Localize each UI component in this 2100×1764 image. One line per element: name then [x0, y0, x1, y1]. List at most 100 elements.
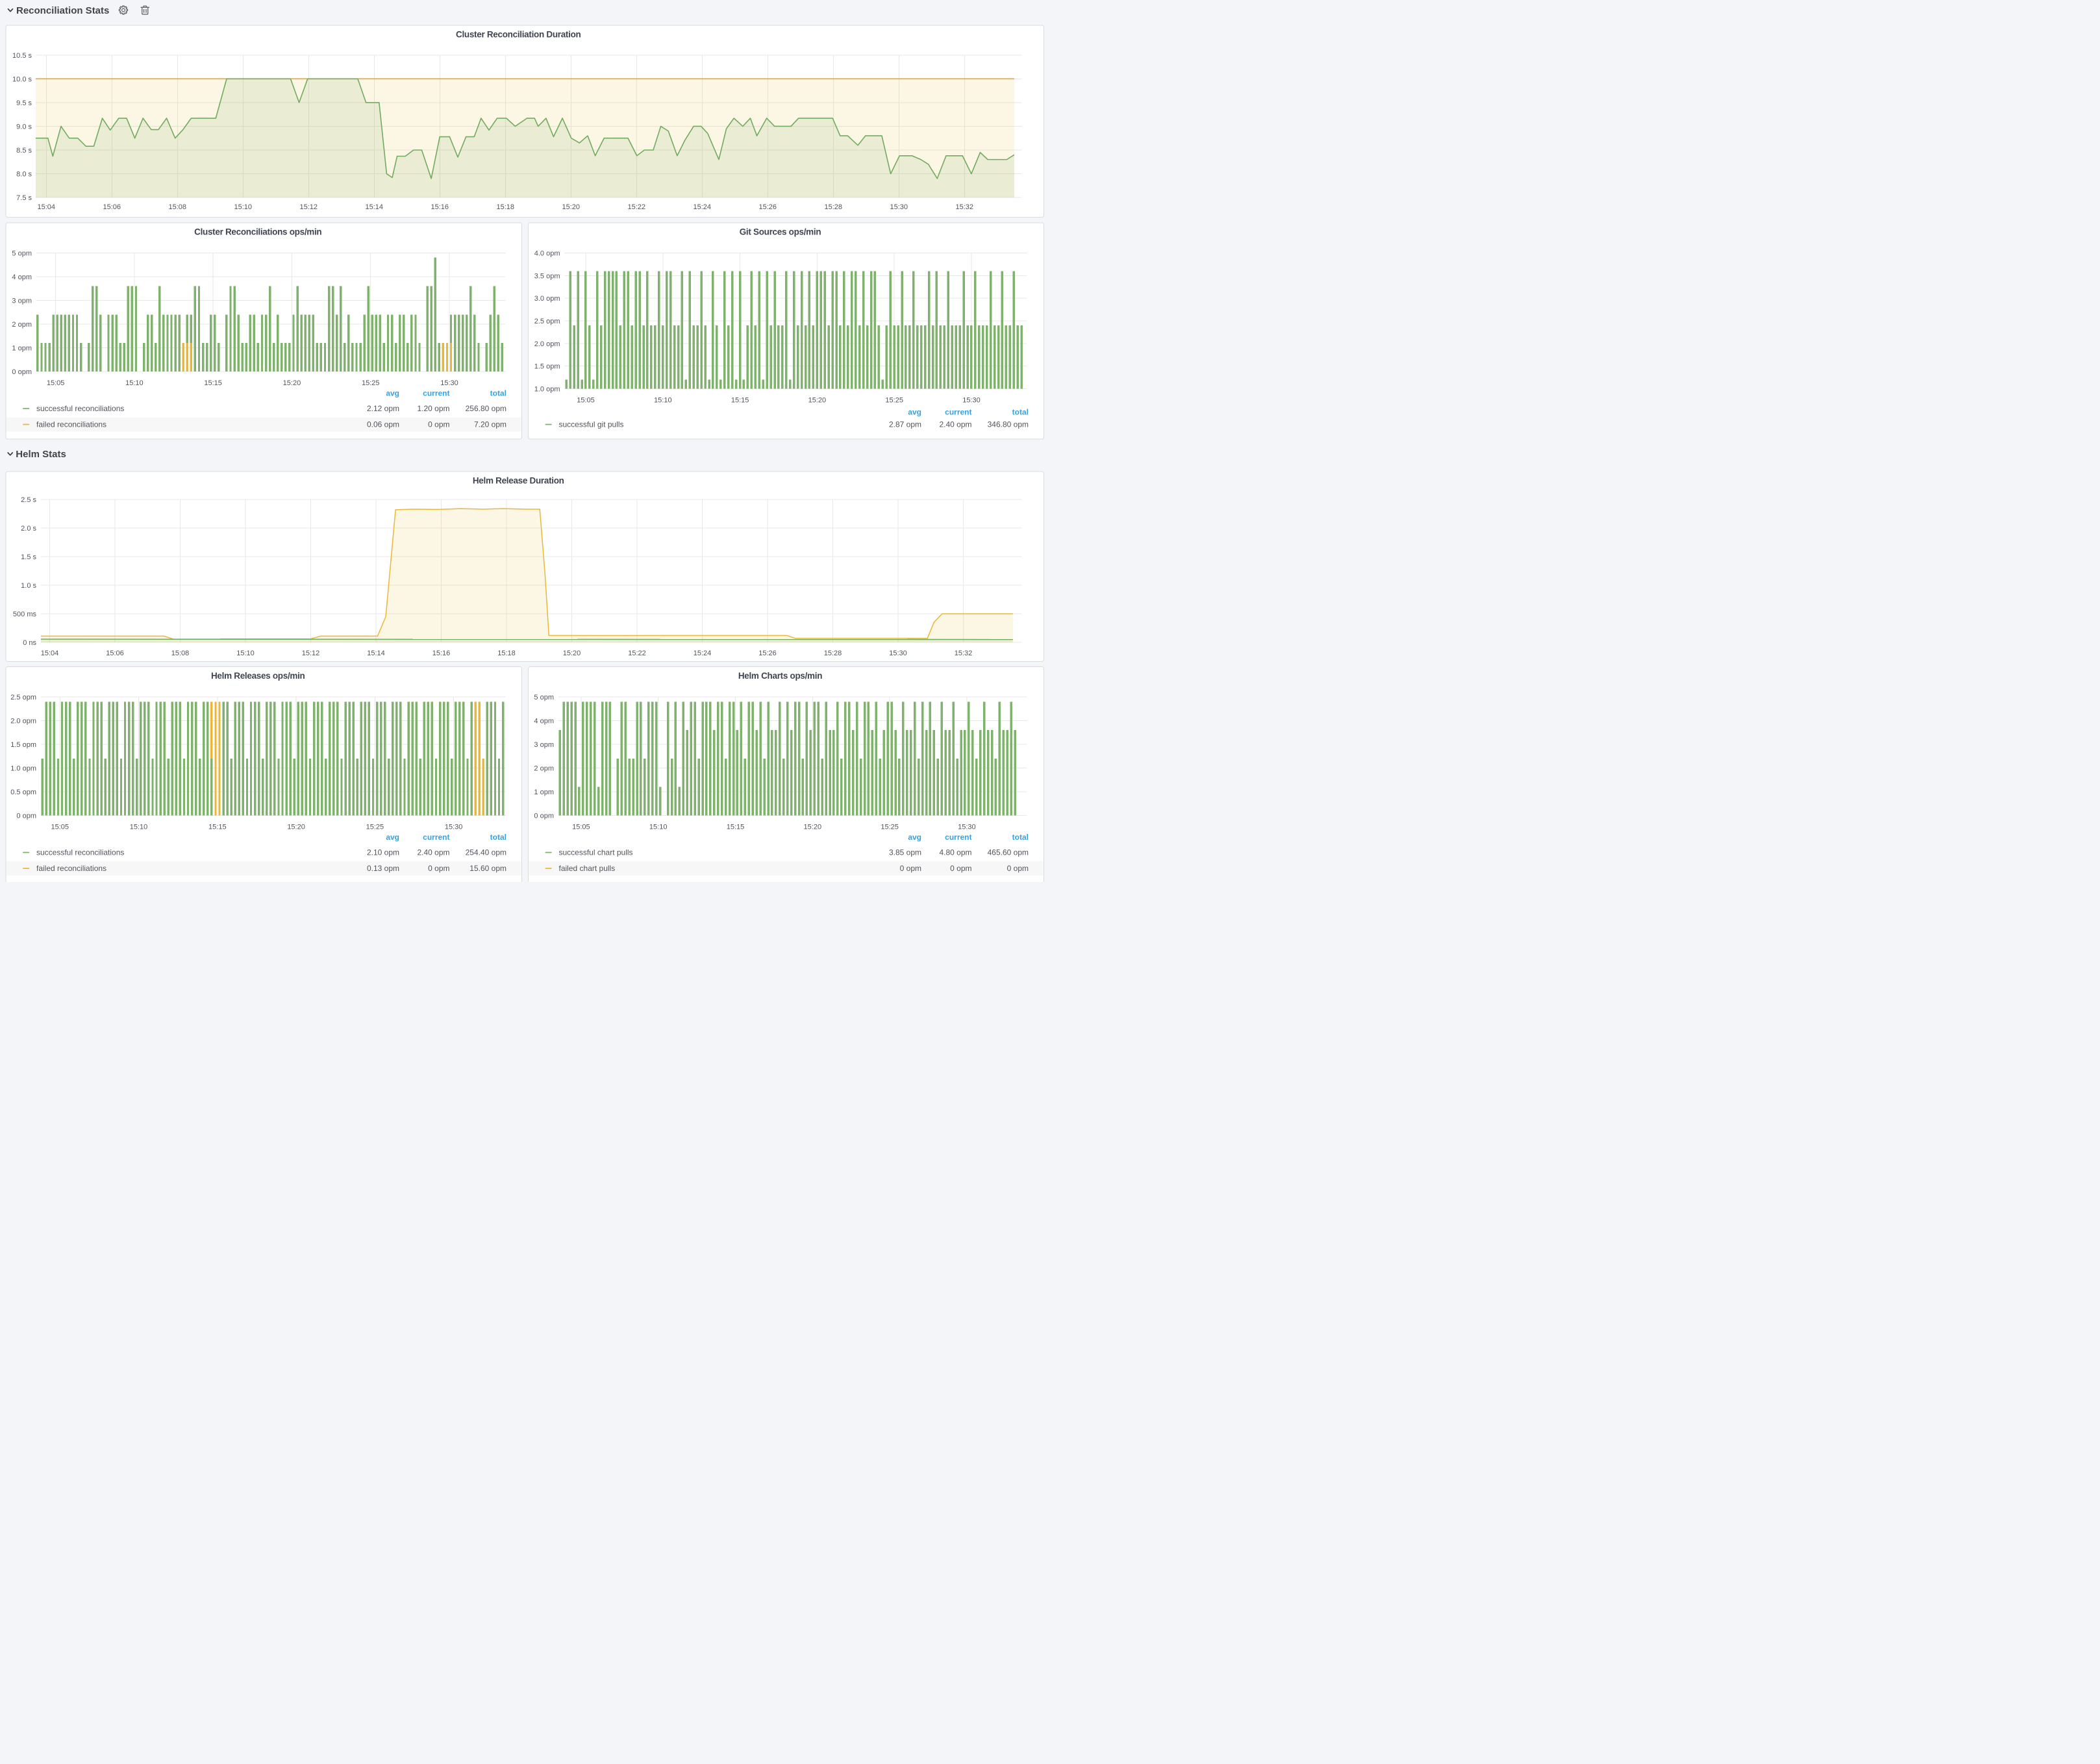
- svg-text:15:25: 15:25: [885, 397, 903, 405]
- svg-text:2.40 opm: 2.40 opm: [417, 848, 449, 857]
- svg-text:15:26: 15:26: [758, 649, 777, 657]
- svg-text:0 opm: 0 opm: [12, 368, 32, 376]
- svg-text:15:10: 15:10: [125, 379, 144, 387]
- svg-text:15:30: 15:30: [445, 824, 463, 831]
- svg-text:2.10 opm: 2.10 opm: [367, 848, 399, 857]
- svg-text:15:20: 15:20: [283, 379, 301, 387]
- svg-text:15:08: 15:08: [168, 203, 186, 211]
- svg-text:Helm Release Duration: Helm Release Duration: [473, 476, 564, 486]
- svg-text:1.5 opm: 1.5 opm: [534, 363, 560, 371]
- svg-text:Helm Charts ops/min: Helm Charts ops/min: [738, 671, 822, 681]
- svg-text:15:30: 15:30: [958, 824, 976, 831]
- svg-text:0.5 opm: 0.5 opm: [10, 788, 36, 796]
- svg-text:465.60 opm: 465.60 opm: [988, 848, 1029, 857]
- svg-text:2.5 opm: 2.5 opm: [534, 318, 560, 325]
- svg-text:current: current: [945, 833, 971, 842]
- svg-text:3.5 opm: 3.5 opm: [534, 272, 560, 280]
- svg-text:4.80 opm: 4.80 opm: [939, 848, 971, 857]
- svg-text:15:16: 15:16: [431, 203, 449, 211]
- svg-text:15:10: 15:10: [649, 824, 668, 831]
- svg-text:1.0 opm: 1.0 opm: [10, 765, 36, 773]
- svg-text:15:10: 15:10: [654, 397, 672, 405]
- svg-text:Cluster Reconciliations ops/mi: Cluster Reconciliations ops/min: [194, 227, 321, 237]
- svg-text:total: total: [1012, 408, 1029, 417]
- svg-text:0.06 opm: 0.06 opm: [367, 420, 399, 429]
- svg-text:2.0 s: 2.0 s: [21, 525, 36, 533]
- svg-text:15:10: 15:10: [236, 649, 255, 657]
- svg-text:500 ms: 500 ms: [13, 611, 37, 618]
- svg-text:Git Sources ops/min: Git Sources ops/min: [740, 227, 821, 237]
- svg-text:15:18: 15:18: [496, 203, 514, 211]
- svg-text:avg: avg: [386, 833, 399, 842]
- svg-text:0 opm: 0 opm: [428, 864, 449, 873]
- svg-text:15:30: 15:30: [889, 649, 907, 657]
- svg-text:Reconciliation Stats: Reconciliation Stats: [16, 5, 109, 16]
- svg-text:4 opm: 4 opm: [534, 718, 554, 725]
- svg-text:Cluster Reconciliation Duratio: Cluster Reconciliation Duration: [456, 30, 581, 40]
- svg-text:15:15: 15:15: [204, 379, 222, 387]
- svg-text:5 opm: 5 opm: [534, 694, 554, 701]
- svg-text:15:32: 15:32: [955, 203, 973, 211]
- svg-text:15:12: 15:12: [302, 649, 320, 657]
- svg-text:15:25: 15:25: [366, 824, 384, 831]
- svg-text:15:28: 15:28: [824, 203, 842, 211]
- svg-text:15:24: 15:24: [693, 203, 711, 211]
- svg-text:15:28: 15:28: [824, 649, 842, 657]
- svg-text:15:05: 15:05: [572, 824, 590, 831]
- svg-text:15:25: 15:25: [362, 379, 380, 387]
- svg-text:total: total: [1012, 833, 1029, 842]
- svg-text:0.13 opm: 0.13 opm: [367, 864, 399, 873]
- svg-text:15:04: 15:04: [37, 203, 55, 211]
- svg-text:current: current: [423, 389, 449, 398]
- svg-text:15:15: 15:15: [208, 824, 227, 831]
- svg-text:3.85 opm: 3.85 opm: [889, 848, 921, 857]
- svg-text:15:05: 15:05: [577, 397, 595, 405]
- svg-text:Helm Releases ops/min: Helm Releases ops/min: [211, 671, 305, 681]
- svg-text:3.0 opm: 3.0 opm: [534, 295, 560, 303]
- svg-text:9.5 s: 9.5 s: [16, 99, 32, 107]
- svg-text:2.40 opm: 2.40 opm: [939, 420, 971, 429]
- svg-text:15:22: 15:22: [628, 649, 646, 657]
- svg-text:failed chart pulls: failed chart pulls: [559, 864, 616, 873]
- svg-text:15:30: 15:30: [890, 203, 908, 211]
- svg-text:1.5 opm: 1.5 opm: [10, 741, 36, 749]
- svg-text:successful chart pulls: successful chart pulls: [559, 848, 633, 857]
- svg-text:15:05: 15:05: [51, 824, 69, 831]
- svg-text:failed reconciliations: failed reconciliations: [36, 420, 106, 429]
- svg-text:10.5 s: 10.5 s: [12, 52, 32, 60]
- svg-text:1.20 opm: 1.20 opm: [417, 404, 449, 413]
- svg-text:8.5 s: 8.5 s: [16, 147, 32, 155]
- svg-text:0 opm: 0 opm: [16, 813, 36, 820]
- svg-text:15:24: 15:24: [694, 649, 712, 657]
- svg-text:15:20: 15:20: [804, 824, 822, 831]
- svg-text:15:16: 15:16: [432, 649, 451, 657]
- svg-text:1 opm: 1 opm: [534, 788, 554, 796]
- svg-text:5 opm: 5 opm: [12, 249, 32, 257]
- svg-text:15:20: 15:20: [287, 824, 305, 831]
- svg-text:0 opm: 0 opm: [900, 864, 921, 873]
- svg-text:2 opm: 2 opm: [12, 321, 32, 329]
- svg-text:0 opm: 0 opm: [950, 864, 971, 873]
- svg-text:15:10: 15:10: [234, 203, 252, 211]
- svg-text:4 opm: 4 opm: [12, 273, 32, 281]
- svg-text:15:04: 15:04: [41, 649, 59, 657]
- svg-text:15:20: 15:20: [808, 397, 827, 405]
- svg-text:1.0 s: 1.0 s: [21, 582, 36, 590]
- svg-text:15:25: 15:25: [881, 824, 899, 831]
- svg-text:total: total: [490, 833, 506, 842]
- svg-text:15:12: 15:12: [299, 203, 318, 211]
- svg-text:254.40 opm: 254.40 opm: [466, 848, 506, 857]
- svg-text:successful reconciliations: successful reconciliations: [36, 404, 124, 413]
- svg-text:2 opm: 2 opm: [534, 765, 554, 773]
- svg-text:15:30: 15:30: [962, 397, 981, 405]
- svg-text:7.20 opm: 7.20 opm: [474, 420, 506, 429]
- svg-text:2.5 s: 2.5 s: [21, 496, 36, 504]
- svg-text:2.0 opm: 2.0 opm: [534, 340, 560, 348]
- svg-text:3 opm: 3 opm: [12, 297, 32, 305]
- svg-text:4.0 opm: 4.0 opm: [534, 250, 560, 258]
- svg-text:2.5 opm: 2.5 opm: [10, 694, 36, 701]
- svg-text:346.80 opm: 346.80 opm: [988, 420, 1029, 429]
- svg-text:7.5 s: 7.5 s: [16, 194, 32, 202]
- svg-text:successful reconciliations: successful reconciliations: [36, 848, 124, 857]
- svg-text:avg: avg: [908, 408, 921, 417]
